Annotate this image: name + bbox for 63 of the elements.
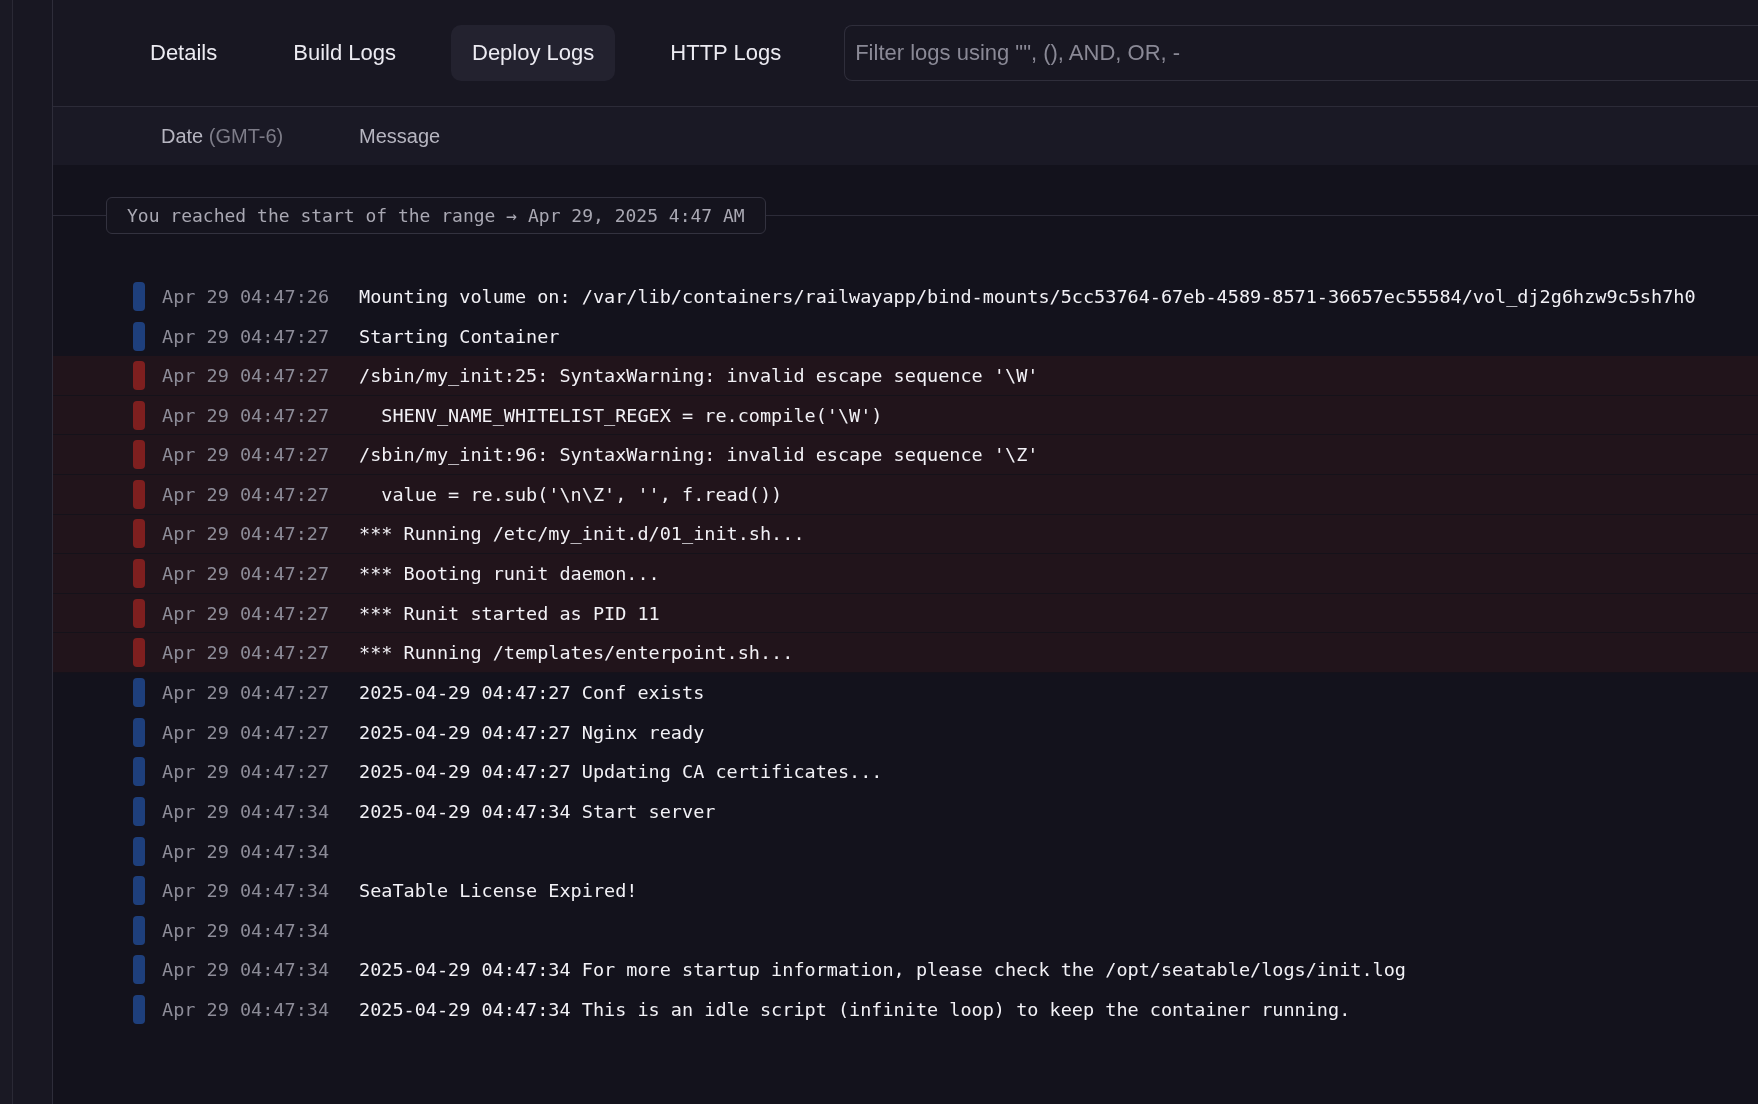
severity-indicator: [133, 915, 145, 945]
log-time: Apr 29 04:47:27: [162, 602, 331, 624]
log-time: Apr 29 04:47:27: [162, 404, 331, 426]
severity-indicator: [133, 321, 145, 351]
log-message: 2025-04-29 04:47:34 Start server: [359, 801, 716, 822]
severity-indicator: [133, 519, 145, 549]
severity-indicator: [133, 440, 145, 470]
log-time: Apr 29 04:47:34: [162, 840, 331, 862]
range-notice: You reached the start of the range → Apr 29, 2025 4:47 AM: [106, 196, 766, 234]
log-time: Apr 29 04:47:34: [162, 880, 331, 902]
severity-indicator: [133, 876, 145, 906]
log-time: Apr 29 04:47:27: [162, 483, 331, 505]
severity-indicator: [133, 797, 145, 826]
log-message: 2025-04-29 04:47:34 This is an idle script (infinite loop) to keep the container running.: [359, 999, 1351, 1020]
tab[interactable]: Details: [129, 25, 239, 81]
log-time: Apr 29 04:47:34: [162, 801, 331, 822]
log-time: Apr 29 04:47:27: [162, 444, 331, 466]
log-message: Starting Container: [359, 325, 560, 347]
log-time: Apr 29 04:47:27: [162, 642, 331, 664]
log-message: 2025-04-29 04:47:27 Updating CA certificates...: [359, 761, 883, 783]
log-time: Apr 29 04:47:27: [162, 325, 331, 347]
severity-indicator: [133, 717, 145, 747]
log-message: 2025-04-29 04:47:27 Nginx ready: [359, 721, 705, 743]
log-message: *** Running /etc/my_init.d/01_init.sh...: [359, 523, 805, 545]
log-message: value = re.sub('\n\Z', '', f.read()): [380, 483, 783, 505]
log-message: Mounting volume on: /var/lib/containers/railwayapp/bind-mounts/5cc53764-67eb-4589-8571-36657ec55584/vol_dj2g6hzw9c5sh7h0: [359, 286, 1696, 308]
log-time: Apr 29 04:47:27: [162, 523, 331, 545]
log-time: Apr 29 04:47:26: [162, 286, 331, 308]
log-time: Apr 29 04:47:27: [162, 562, 331, 584]
filter-field[interactable]: Filter logs using "", (), AND, OR, -: [844, 25, 1758, 81]
log-message: /sbin/my_init:96: SyntaxWarning: invalid escape sequence '\Z': [359, 444, 1039, 466]
severity-indicator: [133, 361, 145, 390]
log-time: Apr 29 04:47:27: [162, 721, 331, 743]
severity-indicator: [133, 598, 145, 628]
log-message: /sbin/my_init:25: SyntaxWarning: invalid escape sequence '\W': [359, 365, 1039, 386]
severity-indicator: [133, 757, 145, 787]
severity-indicator: [133, 678, 145, 708]
log-message: *** Runit started as PID 11: [359, 602, 660, 624]
severity-indicator: [133, 282, 145, 312]
severity-indicator: [133, 836, 145, 866]
log-time: Apr 29 04:47:34: [162, 999, 331, 1020]
log-message: SeaTable License Expired!: [359, 880, 638, 902]
log-message: *** Booting runit daemon...: [359, 562, 660, 584]
log-message: 2025-04-29 04:47:34 For more startup information, please check the /opt/seatable/logs/init.log: [359, 959, 1406, 981]
severity-indicator: [133, 400, 145, 430]
log-time: Apr 29 04:47:34: [162, 959, 331, 981]
log-time: Apr 29 04:47:27: [162, 682, 331, 704]
severity-indicator: [133, 638, 145, 668]
tab[interactable]: HTTP Logs: [649, 25, 803, 81]
log-message: *** Running /templates/enterpoint.sh...: [359, 642, 794, 664]
log-message: SHENV_NAME_WHITELIST_REGEX = re.compile('\W'): [380, 404, 883, 426]
tab[interactable]: Deploy Logs: [451, 25, 616, 81]
message-column-header: Message: [359, 124, 441, 148]
tab[interactable]: Build Logs: [272, 25, 417, 81]
severity-indicator: [133, 558, 145, 588]
log-time: Apr 29 04:47:27: [162, 365, 331, 386]
date-column-header: Date (GMT-6): [161, 124, 285, 148]
severity-indicator: [133, 995, 145, 1024]
log-time: Apr 29 04:47:34: [162, 919, 331, 941]
log-time: Apr 29 04:47:27: [162, 761, 331, 783]
severity-indicator: [133, 479, 145, 509]
severity-indicator: [133, 955, 145, 985]
log-message: 2025-04-29 04:47:27 Conf exists: [359, 682, 705, 704]
